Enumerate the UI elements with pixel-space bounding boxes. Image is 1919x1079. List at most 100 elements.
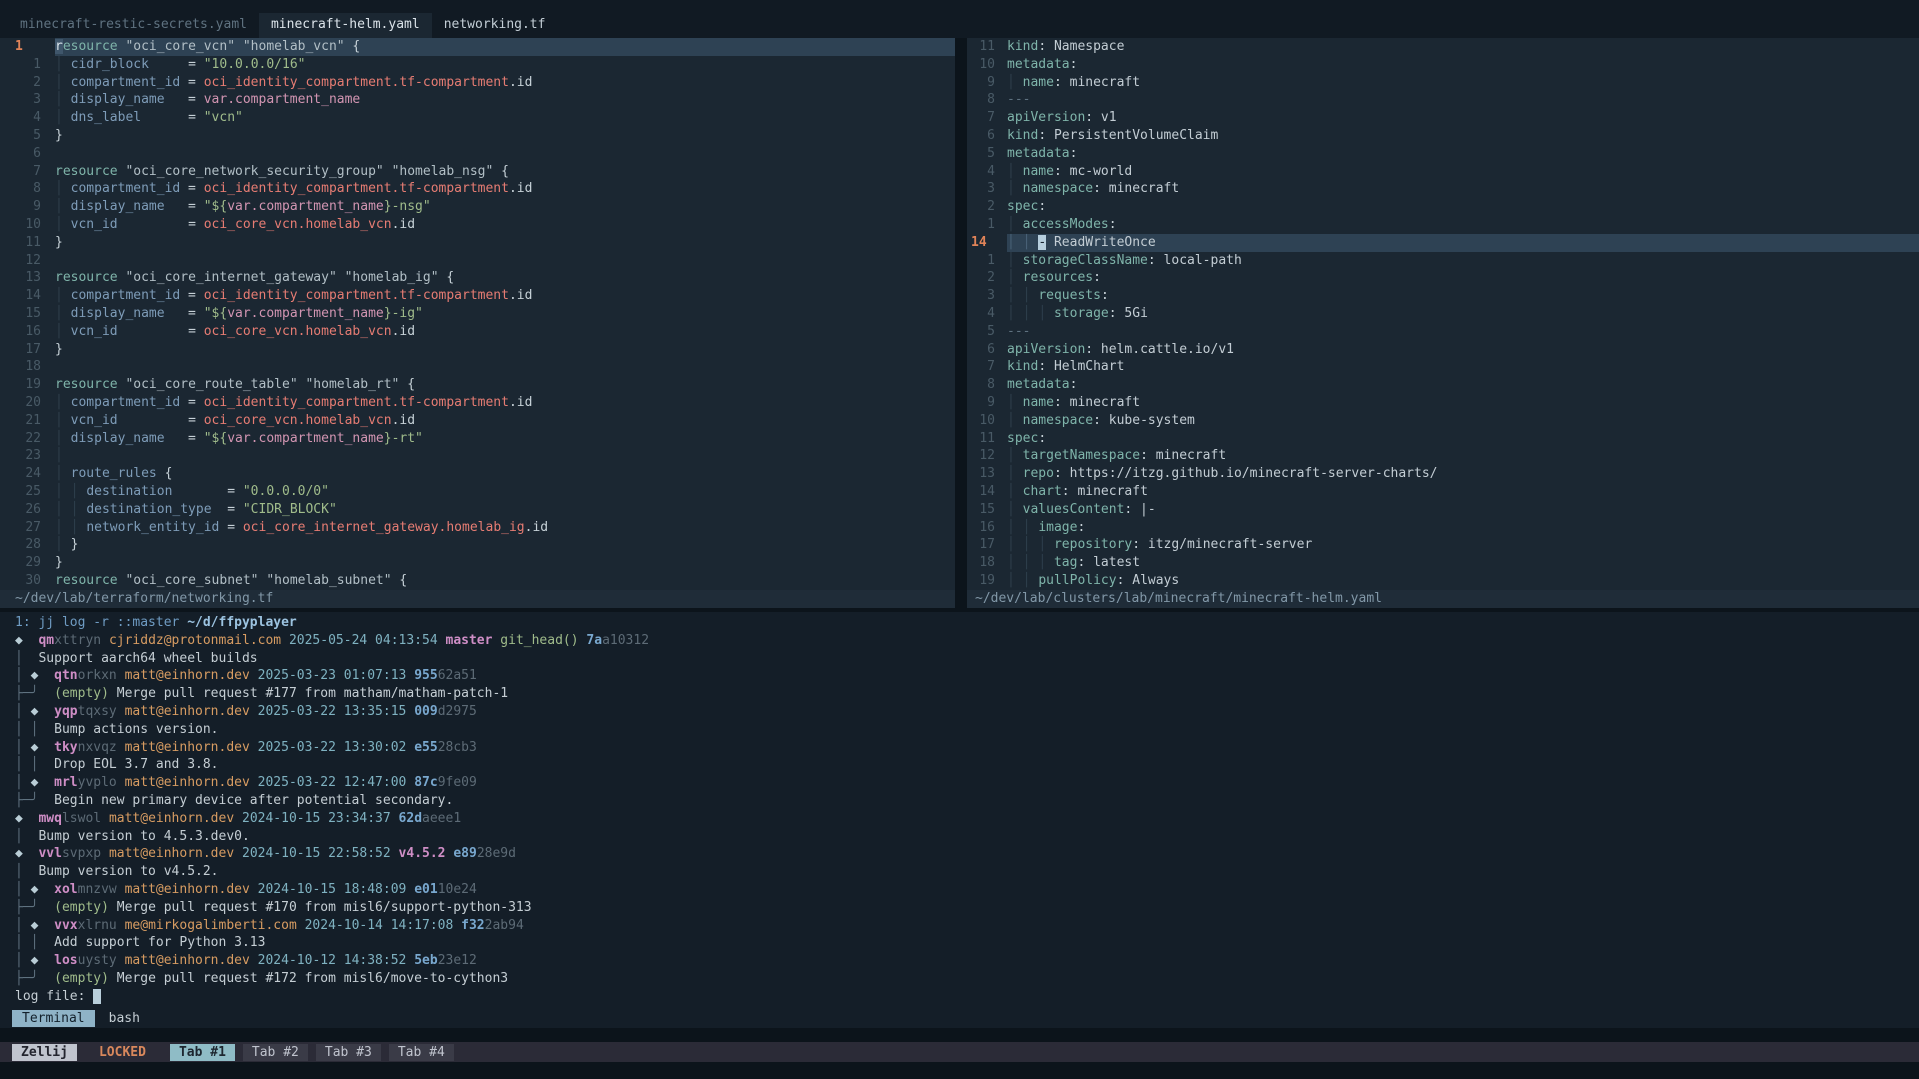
code-token: │ (55, 57, 71, 72)
log-token (281, 633, 289, 648)
log-token (117, 882, 125, 897)
code-token: : (1109, 306, 1117, 321)
log-token: qm (38, 633, 54, 648)
code-token: "homelab_vcn" (243, 39, 345, 54)
log-token: 62a51 (438, 668, 477, 683)
code-line: 19│ │ pullPolicy: Always (967, 572, 1919, 590)
terminal-title-token: 1: jj log -r ::master (15, 615, 187, 630)
code-token: dns_label (71, 110, 141, 125)
log-token: │ (15, 651, 23, 666)
code-token: oci_core_vcn.homelab_vcn (204, 324, 392, 339)
buffer-tab[interactable]: networking.tf (432, 13, 558, 38)
terminal-pane[interactable]: 1: jj log -r ::master ~/d/ffpyplayer ◆ q… (0, 612, 1919, 1008)
log-token: xol (54, 882, 77, 897)
line-number: 10 (971, 412, 995, 430)
code-token: { (392, 573, 408, 588)
code-token: : (1038, 199, 1046, 214)
jj-log-line: │ ◆ qtnorkxn matt@einhorn.dev 2025-03-23… (15, 667, 1919, 685)
code-token: { (493, 164, 509, 179)
code-token: } (71, 537, 79, 552)
code-token: "oci_core_vcn" (125, 39, 235, 54)
terminal-prompt[interactable]: log file: (15, 988, 1919, 1006)
code-token: compartment_id (71, 75, 181, 90)
code-token: "10.0.0.0/16" (204, 57, 306, 72)
shell-label: bash (109, 1011, 140, 1026)
code-token: var.compartment_name (227, 199, 384, 214)
code-token: │ (55, 92, 71, 107)
code-token: resource (55, 164, 118, 179)
code-token: │ (1023, 235, 1039, 250)
zellij-tab[interactable]: Tab #3 (316, 1044, 381, 1061)
log-token (453, 918, 461, 933)
code-token: .id (509, 181, 532, 196)
editor-split-terraform[interactable]: 1resource "oci_core_vcn" "homelab_vcn" {… (0, 38, 955, 608)
line-number: 17 (971, 536, 995, 554)
code-token: spec (1007, 199, 1038, 214)
helix-editor-pane[interactable]: minecraft-restic-secrets.yamlminecraft-h… (0, 0, 1919, 608)
code-token: } (55, 555, 63, 570)
code-token: │ (55, 448, 71, 463)
log-token: Bump version to 4.5.3.dev0. (23, 829, 250, 844)
line-number: 11 (15, 234, 41, 252)
log-token: 2025-03-22 13:35:15 (258, 704, 407, 719)
split-divider[interactable] (955, 38, 967, 608)
line-number: 3 (971, 287, 995, 305)
code-token: : (1148, 253, 1156, 268)
zellij-tab[interactable]: Tab #2 (243, 1044, 308, 1061)
code-line: 3│ namespace: minecraft (967, 180, 1919, 198)
code-token: = (172, 484, 242, 499)
log-token: matt@einhorn.dev (125, 740, 250, 755)
code-token: storageClassName (1023, 253, 1148, 268)
log-token: qtn (54, 668, 77, 683)
code-token: │ (1007, 270, 1023, 285)
code-line: 30resource "oci_core_subnet" "homelab_su… (0, 572, 955, 590)
code-token: oci_identity_compartment.tf-compartment (204, 395, 509, 410)
log-token: d2975 (438, 704, 477, 719)
code-token: │ (1007, 181, 1023, 196)
code-token: compartment_id (71, 288, 181, 303)
log-token (23, 811, 39, 826)
code-line: 7kind: HelmChart (967, 358, 1919, 376)
zellij-tab[interactable]: Tab #4 (389, 1044, 454, 1061)
log-token: 62d (399, 811, 422, 826)
log-token: 87c (414, 775, 437, 790)
code-token: metadata (1007, 146, 1070, 161)
code-line: 2│ compartment_id = oci_identity_compart… (0, 74, 955, 92)
code-token: = (141, 110, 204, 125)
code-token: ReadWriteOnce (1046, 235, 1156, 250)
code-line: 12│ targetNamespace: minecraft (967, 447, 1919, 465)
code-token: : (1054, 75, 1062, 90)
code-token: : (1054, 395, 1062, 410)
code-token: chart (1023, 484, 1062, 499)
jj-log-line: │ ◆ losuysty matt@einhorn.dev 2024-10-12… (15, 952, 1919, 970)
log-token (117, 775, 125, 790)
jj-log-line: ├─╯ Begin new primary device after poten… (15, 792, 1919, 810)
buffer-tab[interactable]: minecraft-restic-secrets.yaml (8, 13, 259, 38)
code-token: minecraft (1148, 448, 1226, 463)
code-line: 6apiVersion: helm.cattle.io/v1 (967, 341, 1919, 359)
code-token: .id (525, 520, 548, 535)
code-token: "CIDR_BLOCK" (243, 502, 337, 517)
code-token: .id (509, 288, 532, 303)
code-area-terraform[interactable]: 1resource "oci_core_vcn" "homelab_vcn" {… (0, 38, 955, 590)
editor-split-yaml[interactable]: 11kind: Namespace10metadata:9│ name: min… (967, 38, 1919, 608)
log-token (101, 846, 109, 861)
log-token: Merge pull request #177 from matham/math… (109, 686, 508, 701)
code-token: vcn_id (71, 217, 118, 232)
code-token: "oci_core_network_security_group" (125, 164, 383, 179)
buffer-tab[interactable]: minecraft-helm.yaml (259, 13, 432, 38)
zellij-tab[interactable]: Tab #1 (170, 1044, 235, 1061)
jj-log-line: ◆ mwqlswol matt@einhorn.dev 2024-10-15 2… (15, 810, 1919, 828)
code-token: = (180, 395, 203, 410)
code-token: │ (1007, 466, 1023, 481)
code-line: 4│ │ │ storage: 5Gi (967, 305, 1919, 323)
code-line: 1│ storageClassName: local-path (967, 252, 1919, 270)
code-token: targetNamespace (1023, 448, 1140, 463)
log-token: vvx (54, 918, 77, 933)
code-line: 10│ namespace: kube-system (967, 412, 1919, 430)
code-area-yaml[interactable]: 11kind: Namespace10metadata:9│ name: min… (967, 38, 1919, 590)
code-token: oci_identity_compartment.tf-compartment (204, 288, 509, 303)
log-token: e55 (414, 740, 437, 755)
code-token: │ (55, 413, 71, 428)
code-token: : (1085, 342, 1093, 357)
